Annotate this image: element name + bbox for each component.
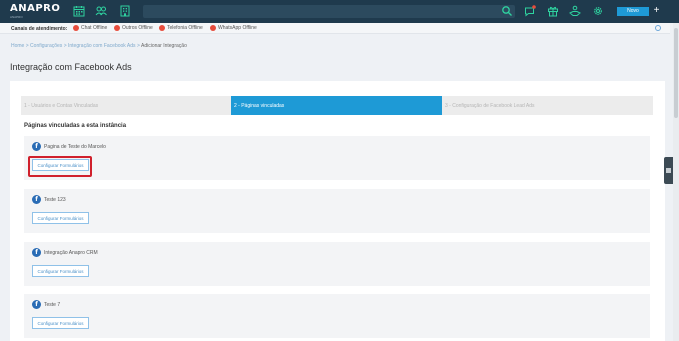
chat-icon[interactable] (524, 5, 536, 17)
highlight-box (28, 156, 92, 177)
facebook-icon: f (32, 195, 41, 204)
page-title: Integração com Facebook Ads (10, 62, 132, 72)
wizard-steps: 1 - Usuários e Contas Vinculadas 2 - Pág… (21, 96, 653, 115)
page-name: Teste 7 (44, 302, 61, 308)
app-logo[interactable]: ANAPRO (10, 3, 60, 14)
facebook-icon: f (32, 248, 41, 257)
building-icon[interactable] (119, 5, 131, 17)
channel-telefonia[interactable]: Telefonia Offline (159, 25, 203, 31)
breadcrumb-home[interactable]: Home (11, 43, 24, 49)
app-logo-subtitle: ANAPRO (10, 15, 23, 19)
handshake-icon[interactable] (569, 5, 581, 17)
breadcrumb-facebook-ads[interactable]: Integração com Facebook Ads (68, 43, 136, 49)
status-dot-icon (210, 25, 216, 31)
breadcrumb-current: Adicionar Integração (140, 43, 187, 49)
linked-page-card: f Teste 123 Configurar Formulários (24, 189, 650, 233)
page-name: Pagina de Teste do Marcelo (44, 144, 106, 150)
channel-status-bar: Canais de atendimento: Chat Offline Outr… (0, 23, 670, 34)
side-panel-toggle[interactable] (664, 157, 673, 184)
page-name: Teste 123 (44, 197, 66, 203)
calendar-icon[interactable] (73, 5, 85, 17)
channel-whatsapp-label: WhatsApp Offline (218, 25, 257, 31)
configure-forms-button[interactable]: Configurar Formulários (32, 265, 89, 277)
linked-page-card: f Teste 7 Configurar Formulários (24, 294, 650, 338)
search-icon[interactable] (501, 5, 513, 17)
step-lead-ads[interactable]: 3 - Configuração de Facebook Lead Ads (442, 96, 653, 115)
page-name: Integração Anapro CRM (44, 250, 98, 256)
info-icon[interactable] (655, 25, 661, 31)
channel-outros-label: Outros Offline (122, 25, 153, 31)
facebook-icon: f (32, 300, 41, 309)
gear-icon[interactable] (592, 5, 604, 17)
new-button[interactable]: Novo (617, 7, 649, 16)
configure-forms-button[interactable]: Configurar Formulários (32, 317, 89, 329)
global-search-input[interactable] (143, 5, 515, 18)
channel-outros[interactable]: Outros Offline (114, 25, 153, 31)
channel-telefonia-label: Telefonia Offline (167, 25, 203, 31)
step-paginas[interactable]: 2 - Páginas vinculadas (231, 96, 442, 115)
users-icon[interactable] (95, 5, 107, 17)
add-button[interactable]: + (651, 6, 662, 17)
scrollbar-thumb[interactable] (674, 28, 678, 118)
channel-chat[interactable]: Chat Offline (73, 25, 107, 31)
breadcrumb-configuracoes[interactable]: Configurações (30, 43, 62, 49)
section-title: Páginas vinculadas a esta instância (24, 123, 127, 129)
configure-forms-button[interactable]: Configurar Formulários (32, 212, 89, 224)
channels-label: Canais de atendimento: (11, 26, 68, 32)
status-dot-icon (114, 25, 120, 31)
channel-whatsapp[interactable]: WhatsApp Offline (210, 25, 257, 31)
breadcrumb: Home > Configurações > Integração com Fa… (11, 43, 187, 49)
step-usuarios[interactable]: 1 - Usuários e Contas Vinculadas (21, 96, 231, 115)
top-navbar: ANAPRO ANAPRO Novo + (0, 0, 679, 23)
linked-page-card: f Integração Anapro CRM Configurar Formu… (24, 242, 650, 286)
status-dot-icon (159, 25, 165, 31)
channel-chat-label: Chat Offline (81, 25, 108, 31)
status-dot-icon (73, 25, 79, 31)
linked-page-card: f Pagina de Teste do Marcelo Configurar … (24, 136, 650, 180)
main-panel: 1 - Usuários e Contas Vinculadas 2 - Pág… (10, 81, 665, 341)
gift-icon[interactable] (547, 5, 559, 17)
facebook-icon: f (32, 142, 41, 151)
